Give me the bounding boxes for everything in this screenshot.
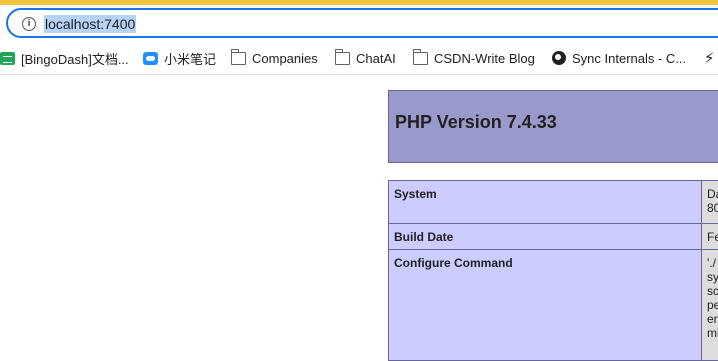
table-row: System Da 80 <box>389 181 718 224</box>
row-value: Da 80 <box>702 181 718 224</box>
bookmark-label: Companies <box>252 51 318 66</box>
table-row: Configure Command './ sys sc pe en mb <box>389 250 718 361</box>
bookmark-label: CSDN-Write Blog <box>434 51 535 66</box>
bookmarks-bar: [BingoDash]文档... 小米笔记 Companies ChatAI C… <box>0 45 718 71</box>
php-info-table: System Da 80 Build Date Fe Configure Com… <box>388 180 718 361</box>
cloud-icon <box>143 52 158 65</box>
row-value-text: Fe <box>707 230 718 244</box>
url-text[interactable]: localhost:7400 <box>44 15 136 33</box>
php-version-header: PHP Version 7.4.33 <box>388 90 718 163</box>
bookmark-xiaomi-notes[interactable]: 小米笔记 <box>143 48 216 68</box>
bookmark-label: [BingoDash]文档... <box>21 49 129 68</box>
site-info-icon[interactable]: i <box>22 17 36 31</box>
folder-icon <box>231 52 246 65</box>
row-key: Configure Command <box>389 250 702 361</box>
bookmark-bingodash[interactable]: [BingoDash]文档... <box>0 48 129 68</box>
bookmark-label: 小米笔记 <box>164 49 216 68</box>
bookmark-sync-internals[interactable]: Sync Internals - C... <box>552 48 686 68</box>
folder-icon <box>335 52 350 65</box>
bookmark-companies[interactable]: Companies <box>231 48 318 68</box>
folder-icon <box>413 52 428 65</box>
page-title: PHP Version 7.4.33 <box>395 112 557 133</box>
address-bar[interactable]: i localhost:7400 <box>6 8 718 38</box>
table-row: Build Date Fe <box>389 224 718 250</box>
bookmark-csdn-write-blog[interactable]: CSDN-Write Blog <box>413 48 535 68</box>
bookmark-bolt[interactable]: ⚡ <box>704 48 715 68</box>
row-key: Build Date <box>389 224 702 250</box>
row-value-text: './ sys sc pe en mb <box>707 256 718 340</box>
page-content: PHP Version 7.4.33 System Da 80 Build Da… <box>0 75 718 355</box>
globe-icon <box>552 51 566 65</box>
bookmark-chatai[interactable]: ChatAI <box>335 48 396 68</box>
bookmark-label: Sync Internals - C... <box>572 51 686 66</box>
row-key: System <box>389 181 702 224</box>
row-value-text: Da 80 <box>707 187 718 215</box>
browser-chrome: i localhost:7400 [BingoDash]文档... 小米笔记 C… <box>0 5 718 75</box>
row-value: './ sys sc pe en mb <box>702 250 718 361</box>
row-value: Fe <box>702 224 718 250</box>
sheet-icon <box>0 52 15 65</box>
bolt-icon: ⚡ <box>704 49 715 67</box>
bookmark-label: ChatAI <box>356 51 396 66</box>
